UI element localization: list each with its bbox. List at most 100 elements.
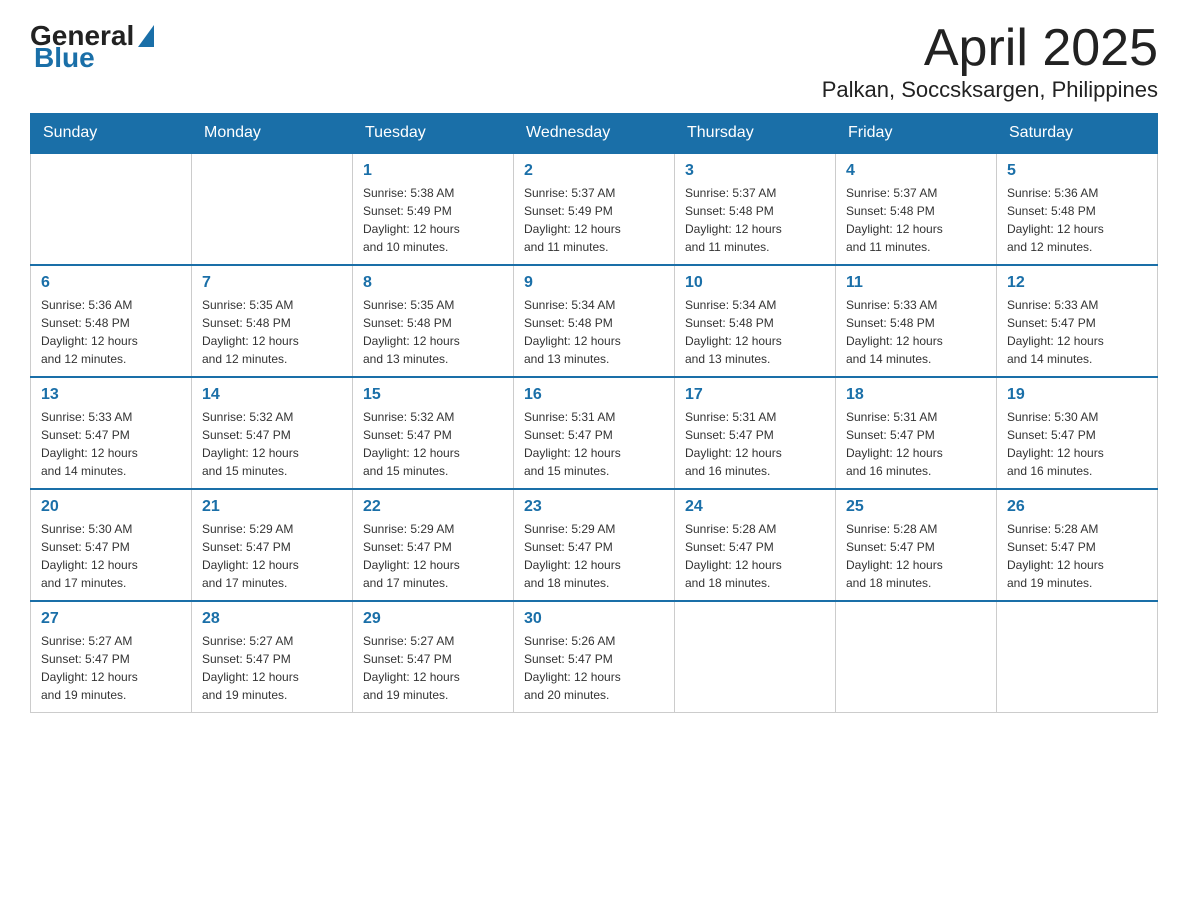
day-number: 16 — [524, 386, 664, 404]
day-info: Sunrise: 5:32 AMSunset: 5:47 PMDaylight:… — [202, 408, 342, 480]
day-info: Sunrise: 5:33 AMSunset: 5:48 PMDaylight:… — [846, 296, 986, 368]
calendar-cell: 3Sunrise: 5:37 AMSunset: 5:48 PMDaylight… — [675, 153, 836, 265]
page-subtitle: Palkan, Soccsksargen, Philippines — [822, 77, 1158, 103]
day-number: 13 — [41, 386, 181, 404]
day-number: 14 — [202, 386, 342, 404]
calendar-cell: 28 Sunrise: 5:27 AMSunset: 5:47 PMDayligh… — [192, 601, 353, 713]
day-number: 27 — [41, 610, 181, 628]
calendar-day-header: Sunday — [31, 114, 192, 154]
day-info: Sunrise: 5:37 AMSunset: 5:49 PMDaylight:… — [524, 184, 664, 256]
calendar-cell: 12Sunrise: 5:33 AMSunset: 5:47 PMDayligh… — [997, 265, 1158, 377]
day-number: 9 — [524, 274, 664, 292]
calendar-header-row: SundayMondayTuesdayWednesdayThursdayFrid… — [31, 114, 1158, 154]
day-info: Sunrise: 5:30 AMSunset: 5:47 PMDaylight:… — [41, 520, 181, 592]
calendar-day-header: Saturday — [997, 114, 1158, 154]
day-info: Sunrise: 5:31 AMSunset: 5:47 PMDaylight:… — [685, 408, 825, 480]
day-number: 8 — [363, 274, 503, 292]
calendar-cell: 18Sunrise: 5:31 AMSunset: 5:47 PMDayligh… — [836, 377, 997, 489]
week-row: 6 Sunrise: 5:36 AMSunset: 5:48 PMDaylight… — [31, 265, 1158, 377]
week-row: 13 Sunrise: 5:33 AMSunset: 5:47 PMDayligh… — [31, 377, 1158, 489]
day-number: 7 — [202, 274, 342, 292]
day-number: 4 — [846, 162, 986, 180]
day-info: Sunrise: 5:29 AMSunset: 5:47 PMDaylight:… — [524, 520, 664, 592]
day-info: Sunrise: 5:28 AMSunset: 5:47 PMDaylight:… — [1007, 520, 1147, 592]
day-info: Sunrise: 5:26 AMSunset: 5:47 PMDaylight:… — [524, 632, 664, 704]
calendar-cell: 10 Sunrise: 5:34 AMSunset: 5:48 PMDayligh… — [675, 265, 836, 377]
day-info: Sunrise: 5:28 AMSunset: 5:47 PMDaylight:… — [846, 520, 986, 592]
week-row: 27 Sunrise: 5:27 AMSunset: 5:47 PMDayligh… — [31, 601, 1158, 713]
week-row: 1 Sunrise: 5:38 AMSunset: 5:49 PMDaylight… — [31, 153, 1158, 265]
calendar-cell — [997, 601, 1158, 713]
calendar-cell: 19 Sunrise: 5:30 AMSunset: 5:47 PMDayligh… — [997, 377, 1158, 489]
day-info: Sunrise: 5:30 AMSunset: 5:47 PMDaylight:… — [1007, 408, 1147, 480]
day-number: 22 — [363, 498, 503, 516]
calendar-cell: 22 Sunrise: 5:29 AMSunset: 5:47 PMDayligh… — [353, 489, 514, 601]
title-block: April 2025 Palkan, Soccsksargen, Philipp… — [822, 20, 1158, 103]
calendar-cell: 1 Sunrise: 5:38 AMSunset: 5:49 PMDaylight… — [353, 153, 514, 265]
page-header: General Blue April 2025 Palkan, Soccsksa… — [30, 20, 1158, 103]
calendar-cell: 25 Sunrise: 5:28 AMSunset: 5:47 PMDayligh… — [836, 489, 997, 601]
day-number: 25 — [846, 498, 986, 516]
day-number: 28 — [202, 610, 342, 628]
day-info: Sunrise: 5:29 AMSunset: 5:47 PMDaylight:… — [363, 520, 503, 592]
day-info: Sunrise: 5:27 AMSunset: 5:47 PMDaylight:… — [41, 632, 181, 704]
calendar-table: SundayMondayTuesdayWednesdayThursdayFrid… — [30, 113, 1158, 713]
calendar-cell — [31, 153, 192, 265]
calendar-day-header: Thursday — [675, 114, 836, 154]
calendar-cell: 24Sunrise: 5:28 AMSunset: 5:47 PMDayligh… — [675, 489, 836, 601]
calendar-cell: 26Sunrise: 5:28 AMSunset: 5:47 PMDayligh… — [997, 489, 1158, 601]
calendar-cell: 9 Sunrise: 5:34 AMSunset: 5:48 PMDaylight… — [514, 265, 675, 377]
logo-blue-text: Blue — [30, 42, 95, 74]
day-info: Sunrise: 5:28 AMSunset: 5:47 PMDaylight:… — [685, 520, 825, 592]
calendar-cell: 2 Sunrise: 5:37 AMSunset: 5:49 PMDaylight… — [514, 153, 675, 265]
calendar-cell: 29 Sunrise: 5:27 AMSunset: 5:47 PMDayligh… — [353, 601, 514, 713]
calendar-cell: 8 Sunrise: 5:35 AMSunset: 5:48 PMDaylight… — [353, 265, 514, 377]
day-info: Sunrise: 5:35 AMSunset: 5:48 PMDaylight:… — [363, 296, 503, 368]
day-number: 6 — [41, 274, 181, 292]
day-number: 19 — [1007, 386, 1147, 404]
calendar-cell: 30 Sunrise: 5:26 AMSunset: 5:47 PMDayligh… — [514, 601, 675, 713]
day-info: Sunrise: 5:35 AMSunset: 5:48 PMDaylight:… — [202, 296, 342, 368]
day-info: Sunrise: 5:27 AMSunset: 5:47 PMDaylight:… — [363, 632, 503, 704]
day-info: Sunrise: 5:38 AMSunset: 5:49 PMDaylight:… — [363, 184, 503, 256]
day-info: Sunrise: 5:36 AMSunset: 5:48 PMDaylight:… — [1007, 184, 1147, 256]
day-info: Sunrise: 5:32 AMSunset: 5:47 PMDaylight:… — [363, 408, 503, 480]
calendar-cell: 27 Sunrise: 5:27 AMSunset: 5:47 PMDayligh… — [31, 601, 192, 713]
day-info: Sunrise: 5:33 AMSunset: 5:47 PMDaylight:… — [41, 408, 181, 480]
calendar-cell — [192, 153, 353, 265]
day-number: 1 — [363, 162, 503, 180]
day-info: Sunrise: 5:37 AMSunset: 5:48 PMDaylight:… — [846, 184, 986, 256]
day-number: 10 — [685, 274, 825, 292]
day-number: 5 — [1007, 162, 1147, 180]
calendar-cell: 11 Sunrise: 5:33 AMSunset: 5:48 PMDayligh… — [836, 265, 997, 377]
day-number: 15 — [363, 386, 503, 404]
day-info: Sunrise: 5:37 AMSunset: 5:48 PMDaylight:… — [685, 184, 825, 256]
day-info: Sunrise: 5:31 AMSunset: 5:47 PMDaylight:… — [524, 408, 664, 480]
day-number: 11 — [846, 274, 986, 292]
week-row: 20 Sunrise: 5:30 AMSunset: 5:47 PMDayligh… — [31, 489, 1158, 601]
calendar-cell: 6 Sunrise: 5:36 AMSunset: 5:48 PMDaylight… — [31, 265, 192, 377]
calendar-day-header: Monday — [192, 114, 353, 154]
logo: General Blue — [30, 20, 154, 74]
day-number: 20 — [41, 498, 181, 516]
day-number: 30 — [524, 610, 664, 628]
calendar-cell: 20 Sunrise: 5:30 AMSunset: 5:47 PMDayligh… — [31, 489, 192, 601]
day-number: 2 — [524, 162, 664, 180]
calendar-cell: 16 Sunrise: 5:31 AMSunset: 5:47 PMDayligh… — [514, 377, 675, 489]
calendar-day-header: Tuesday — [353, 114, 514, 154]
day-info: Sunrise: 5:34 AMSunset: 5:48 PMDaylight:… — [524, 296, 664, 368]
calendar-cell: 5 Sunrise: 5:36 AMSunset: 5:48 PMDaylight… — [997, 153, 1158, 265]
calendar-cell: 15 Sunrise: 5:32 AMSunset: 5:47 PMDayligh… — [353, 377, 514, 489]
day-info: Sunrise: 5:36 AMSunset: 5:48 PMDaylight:… — [41, 296, 181, 368]
calendar-cell — [836, 601, 997, 713]
calendar-cell: 4 Sunrise: 5:37 AMSunset: 5:48 PMDaylight… — [836, 153, 997, 265]
day-info: Sunrise: 5:34 AMSunset: 5:48 PMDaylight:… — [685, 296, 825, 368]
day-number: 12 — [1007, 274, 1147, 292]
page-title: April 2025 — [822, 20, 1158, 77]
calendar-day-header: Friday — [836, 114, 997, 154]
calendar-cell: 14 Sunrise: 5:32 AMSunset: 5:47 PMDayligh… — [192, 377, 353, 489]
day-info: Sunrise: 5:27 AMSunset: 5:47 PMDaylight:… — [202, 632, 342, 704]
day-info: Sunrise: 5:31 AMSunset: 5:47 PMDaylight:… — [846, 408, 986, 480]
day-number: 17 — [685, 386, 825, 404]
day-number: 29 — [363, 610, 503, 628]
